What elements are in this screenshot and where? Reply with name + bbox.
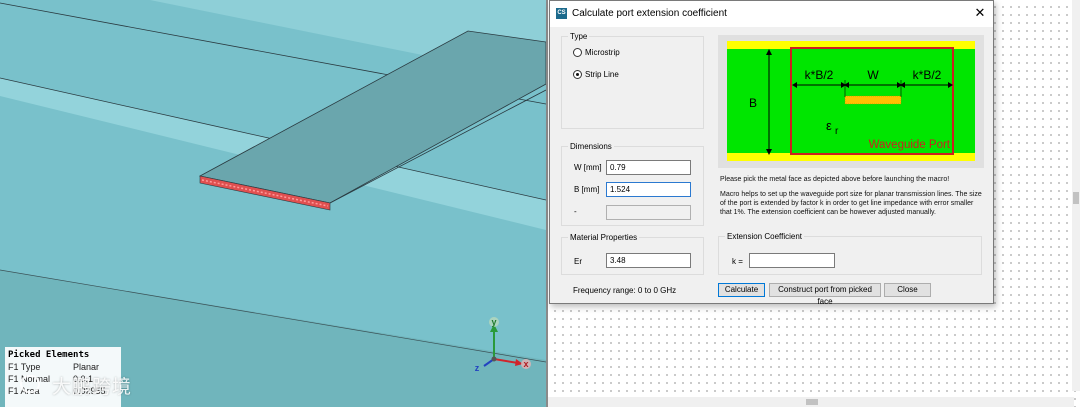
strip-conductor — [844, 95, 902, 105]
construct-port-button[interactable]: Construct port from picked face — [769, 283, 881, 306]
type-group-legend: Type — [570, 32, 588, 41]
instruction-line: Please pick the metal face as depicted a… — [720, 176, 950, 183]
dialog-title: Calculate port extension coefficient — [572, 8, 727, 19]
kb2-left-label: k*B/2 — [805, 68, 834, 82]
k-input[interactable] — [749, 253, 835, 268]
calculate-button[interactable]: Calculate — [718, 283, 765, 297]
scrollbar-thumb[interactable] — [1073, 192, 1079, 204]
watermark-logo-icon — [20, 375, 40, 393]
extra-label: - — [574, 207, 577, 216]
dialog-titlebar[interactable]: CS Calculate port extension coefficient … — [550, 1, 993, 27]
z-axis-label: z — [475, 363, 480, 373]
microstrip-label: Microstrip — [585, 48, 620, 57]
epsilon-label: ε — [826, 118, 832, 133]
w-label: W [mm] — [574, 163, 602, 172]
y-axis-label: y — [491, 317, 496, 327]
vertical-scrollbar[interactable] — [1072, 0, 1080, 391]
3d-scene[interactable]: y x z — [0, 0, 546, 407]
radio-circle[interactable] — [573, 70, 582, 79]
extension-group-legend: Extension Coefficient — [727, 232, 803, 241]
close-button[interactable]: Close — [884, 283, 931, 297]
b-label: B [mm] — [574, 185, 600, 194]
er-label: Er — [574, 257, 582, 266]
3d-viewport[interactable]: y x z Picked Elements F1 Type Planar F1 … — [0, 0, 546, 407]
er-input[interactable]: 3.48 — [606, 253, 691, 268]
b-dim-label: B — [749, 96, 757, 110]
instructions-text: Please pick the metal face as depicted a… — [720, 175, 985, 223]
extra-input[interactable] — [606, 205, 691, 220]
microstrip-radio[interactable]: Microstrip — [573, 48, 620, 57]
stripline-radio[interactable]: Strip Line — [573, 70, 619, 79]
radio-circle[interactable] — [573, 48, 582, 57]
material-group-legend: Material Properties — [570, 233, 638, 242]
stripline-label: Strip Line — [585, 70, 619, 79]
cst-app-icon: CS — [556, 8, 567, 19]
picked-elements-title: Picked Elements — [8, 350, 90, 360]
stripline-diagram-svg: k*B/2 W k*B/2 B ε r Waveguide Port — [718, 35, 984, 168]
horizontal-scrollbar[interactable] — [548, 397, 1074, 407]
watermark: 大鹏跨境 — [52, 376, 133, 398]
close-icon[interactable]: ✕ — [973, 5, 987, 21]
waveguide-port-label: Waveguide Port — [869, 139, 951, 151]
dimensions-group-legend: Dimensions — [570, 142, 612, 151]
kb2-right-label: k*B/2 — [913, 68, 942, 82]
type-group: Type — [561, 32, 704, 129]
w-input[interactable]: 0.79 — [606, 160, 691, 175]
w-dim-label: W — [867, 68, 879, 82]
scrollbar-thumb[interactable] — [806, 399, 818, 405]
axis-origin — [491, 356, 497, 362]
x-axis-label: x — [523, 359, 528, 369]
frequency-range-text: Frequency range: 0 to 0 GHz — [573, 286, 677, 295]
instruction-paragraph: Macro helps to set up the waveguide port… — [720, 191, 982, 216]
stripline-diagram: k*B/2 W k*B/2 B ε r Waveguide Port — [718, 35, 984, 168]
port-extension-dialog: CS Calculate port extension coefficient … — [549, 0, 994, 306]
b-input[interactable]: 1.524 — [606, 182, 691, 197]
k-label: k = — [732, 257, 743, 266]
